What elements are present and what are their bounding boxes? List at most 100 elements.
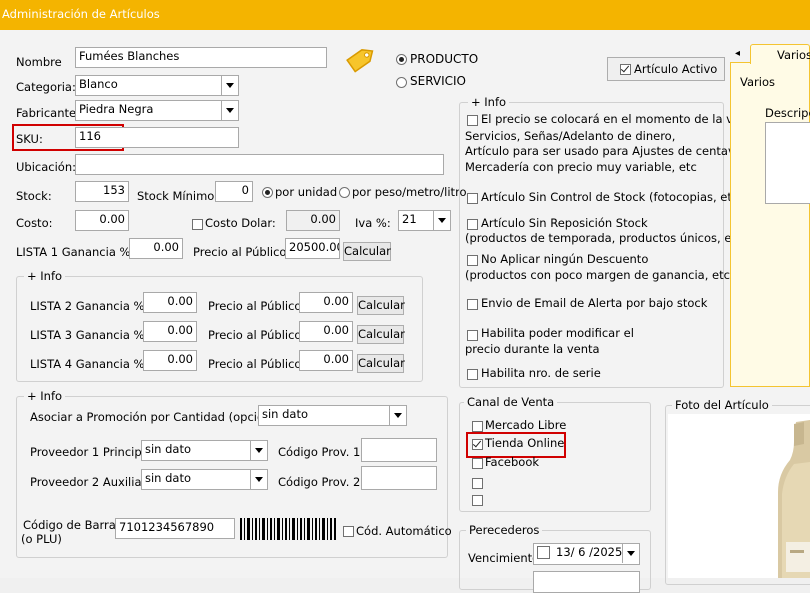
precio1-input[interactable]: 20500.00: [285, 238, 340, 259]
prov2-value: sin dato: [145, 471, 192, 485]
vencimiento-label: Vencimiento:: [468, 551, 544, 565]
lista4-label: LISTA 4 Ganancia %:: [30, 357, 149, 371]
prov1-label: Proveedor 1 Principal:: [30, 445, 156, 459]
calcular2-button[interactable]: Calcular: [357, 296, 405, 315]
lista3-label: LISTA 3 Ganancia %:: [30, 328, 149, 342]
sin-reposicion-checkbox[interactable]: [467, 219, 478, 230]
sin-control-checkbox[interactable]: [467, 193, 478, 204]
precio3-label: Precio al Público:: [208, 328, 306, 342]
fabricante-select[interactable]: Piedra Negra: [75, 100, 239, 121]
window-title: Administración de Artículos: [2, 7, 160, 21]
iva-select[interactable]: 21: [398, 210, 451, 231]
prov2-select[interactable]: sin dato: [141, 469, 268, 490]
costo-input[interactable]: 0.00: [75, 210, 129, 231]
precio-venta-line3: Artículo para ser usado para Ajustes de …: [465, 144, 752, 158]
por-peso-radio[interactable]: [339, 187, 350, 198]
ubicacion-input[interactable]: [75, 154, 444, 175]
prov1-value: sin dato: [145, 442, 192, 456]
lista4-input[interactable]: 0.00: [143, 350, 197, 371]
tab-varios[interactable]: Varios: [750, 44, 810, 64]
nro-serie-checkbox[interactable]: [467, 369, 478, 380]
cod-prov1-input[interactable]: [361, 438, 437, 462]
sku-input[interactable]: 116: [75, 127, 239, 148]
email-alerta-checkbox[interactable]: [467, 299, 478, 310]
iva-value: 21: [402, 212, 417, 226]
sin-control-label: Artículo Sin Control de Stock (fotocopia…: [481, 190, 743, 204]
cod-automatico-label: Cód. Automático: [356, 524, 452, 538]
promo-select[interactable]: sin dato: [258, 405, 407, 426]
cod-prov2-input[interactable]: [361, 466, 437, 490]
categoria-label: Categoria:: [16, 80, 76, 94]
costo-dolar-input[interactable]: 0.00: [286, 210, 340, 231]
stock-input[interactable]: 153: [75, 181, 129, 202]
product-photo[interactable]: [668, 414, 810, 578]
costo-dolar-checkbox[interactable]: [192, 219, 203, 230]
tab-varios-label: Varios: [777, 48, 810, 62]
por-unidad-radio[interactable]: [262, 187, 273, 198]
precio-venta-checkbox[interactable]: [467, 115, 478, 126]
modificar-precio-checkbox[interactable]: [467, 330, 478, 341]
wine-bottle-image: [778, 420, 810, 578]
lista2-input[interactable]: 0.00: [143, 292, 197, 313]
facebook-checkbox[interactable]: [472, 458, 483, 469]
chevron-down-icon: [622, 544, 639, 563]
no-descuento-checkbox[interactable]: [467, 255, 478, 266]
sin-reposicion-line1: Artículo Sin Reposición Stock: [481, 216, 648, 230]
lista1-input[interactable]: 0.00: [129, 238, 183, 259]
listas-group-title: + Info: [24, 269, 66, 283]
precio2-input[interactable]: 0.00: [299, 292, 353, 313]
mercado-libre-checkbox[interactable]: [472, 421, 483, 432]
producto-label: PRODUCTO: [410, 52, 479, 66]
fabricante-value: Piedra Negra: [79, 102, 154, 116]
ubicacion-label: Ubicación:: [16, 160, 76, 174]
precio-venta-line1: El precio se colocará en el momento de l…: [481, 112, 759, 126]
cod-prov1-label: Código Prov. 1:: [278, 445, 365, 459]
chevron-down-icon: [250, 441, 267, 460]
barcode-icon: [240, 518, 336, 540]
barras-input[interactable]: 7101234567890: [115, 518, 235, 539]
barras-label: Código de Barras:: [23, 518, 126, 532]
foto-title: Foto del Artículo: [672, 398, 772, 412]
nombre-input[interactable]: Fumées Blanches: [75, 47, 327, 68]
prov2-label: Proveedor 2 Auxiliar:: [30, 475, 150, 489]
producto-radio[interactable]: [396, 54, 407, 65]
lista3-input[interactable]: 0.00: [143, 321, 197, 342]
stock-minimo-input[interactable]: 0: [215, 181, 253, 202]
servicio-radio[interactable]: [396, 77, 407, 88]
descripcion-textarea[interactable]: [765, 122, 810, 204]
chevron-down-icon: [389, 406, 406, 425]
articulo-activo-checkbox[interactable]: [620, 64, 631, 75]
nro-serie-label: Habilita nro. de serie: [481, 366, 601, 380]
precio4-input[interactable]: 0.00: [299, 350, 353, 371]
vencimiento-checkbox[interactable]: [537, 546, 550, 559]
calcular4-button[interactable]: Calcular: [357, 354, 405, 373]
barras-label-plu: (o PLU): [21, 532, 62, 546]
second-date-picker[interactable]: [533, 571, 640, 593]
chevron-down-icon: [433, 211, 450, 230]
categoria-select[interactable]: Blanco: [75, 75, 239, 96]
cod-prov2-label: Código Prov. 2:: [278, 475, 365, 489]
precio3-input[interactable]: 0.00: [299, 321, 353, 342]
por-unidad-label: por unidad: [275, 185, 338, 199]
facebook-label: Facebook: [485, 455, 540, 469]
cod-automatico-checkbox[interactable]: [343, 526, 354, 537]
stock-label: Stock:: [16, 189, 52, 203]
canal-extra2-checkbox[interactable]: [472, 495, 483, 506]
costo-dolar-label: Costo Dolar:: [205, 216, 276, 230]
varios-inner-label: Varios: [740, 75, 775, 89]
precio-venta-line2: Servicios, Señas/Adelanto de dinero,: [465, 129, 676, 143]
mercado-libre-label: Mercado Libre: [485, 418, 567, 432]
prov1-select[interactable]: sin dato: [141, 440, 268, 461]
calcular-button[interactable]: Calcular: [343, 242, 391, 261]
tab-scroll-left-icon[interactable]: ◂: [735, 48, 740, 59]
servicio-label: SERVICIO: [410, 74, 466, 88]
modificar-precio-line2: precio durante la venta: [465, 342, 600, 356]
precio-venta-line4: Mercadería con precio muy variable, etc: [465, 160, 697, 174]
canal-extra1-checkbox[interactable]: [472, 478, 483, 489]
precio2-label: Precio al Público:: [208, 299, 306, 313]
calcular3-button[interactable]: Calcular: [357, 325, 405, 344]
precio4-label: Precio al Público:: [208, 357, 306, 371]
info-group-title: + Info: [468, 95, 510, 109]
promo-label: Asociar a Promoción por Cantidad (opcion…: [30, 410, 290, 424]
no-descuento-line1: No Aplicar ningún Descuento: [481, 252, 649, 266]
